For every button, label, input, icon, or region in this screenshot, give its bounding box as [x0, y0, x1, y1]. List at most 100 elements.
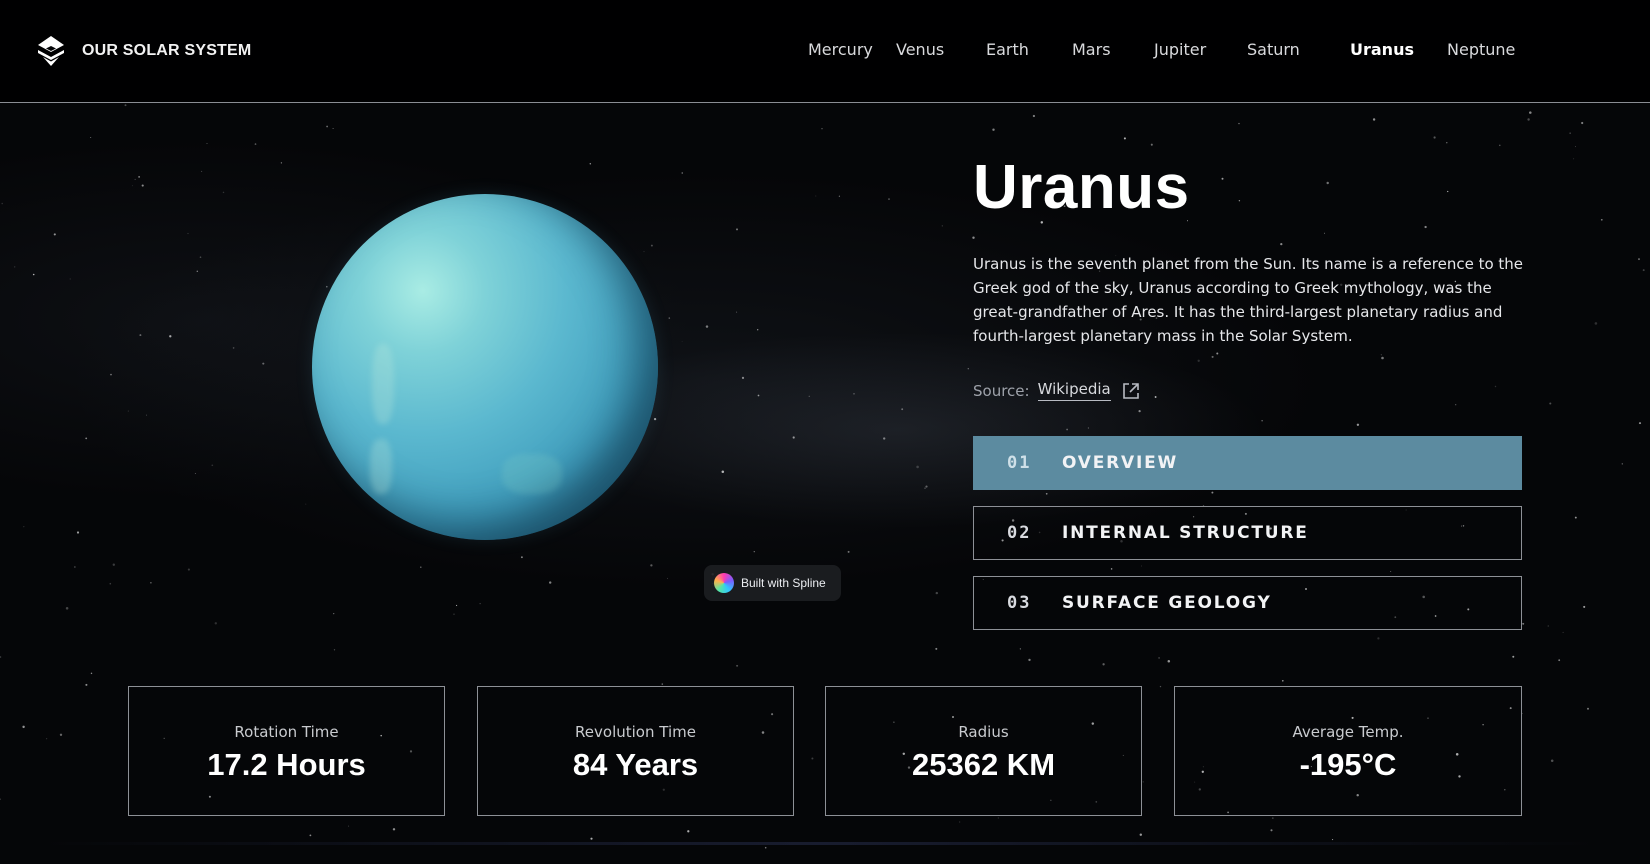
star — [1381, 356, 1384, 360]
tab-internal-structure[interactable]: 02 INTERNAL STRUCTURE — [973, 506, 1522, 560]
tab-surface-geology[interactable]: 03 SURFACE GEOLOGY — [973, 576, 1522, 630]
star — [456, 604, 458, 607]
star — [141, 184, 144, 187]
star — [1562, 631, 1564, 633]
star — [1019, 648, 1021, 650]
star — [1638, 422, 1642, 425]
star — [199, 256, 202, 258]
star — [924, 487, 926, 489]
star — [85, 683, 88, 686]
nav-item-mercury[interactable]: Mercury — [808, 40, 873, 59]
wikipedia-link[interactable]: Wikipedia — [1037, 380, 1111, 401]
star — [138, 176, 140, 178]
layered-diamond-logo-icon — [34, 34, 68, 68]
star — [838, 195, 840, 197]
nav-item-saturn[interactable]: Saturn — [1247, 40, 1300, 59]
star — [916, 465, 919, 469]
nav-item-jupiter[interactable]: Jupiter — [1154, 40, 1206, 59]
star — [22, 725, 25, 729]
planet-title: Uranus — [973, 153, 1190, 222]
star — [1455, 404, 1457, 406]
star — [1221, 177, 1224, 180]
star — [1372, 118, 1376, 121]
star — [757, 329, 759, 331]
star — [666, 577, 668, 579]
star — [668, 317, 671, 319]
star — [815, 195, 817, 197]
bottom-glow — [40, 842, 1600, 845]
nav-item-neptune[interactable]: Neptune — [1447, 40, 1515, 59]
planet-sphere — [312, 194, 658, 540]
star — [333, 612, 335, 615]
star — [1138, 409, 1141, 413]
star — [146, 414, 148, 416]
star — [479, 603, 481, 605]
star — [1574, 146, 1576, 148]
star — [1587, 707, 1589, 710]
star — [935, 647, 938, 650]
star — [1211, 491, 1214, 494]
star — [520, 556, 523, 559]
nav-item-venus[interactable]: Venus — [896, 40, 944, 59]
star — [901, 408, 904, 411]
brand[interactable]: OUR SOLAR SYSTEM — [34, 34, 251, 68]
planet-model[interactable] — [312, 194, 658, 540]
star — [14, 266, 16, 268]
star — [792, 436, 795, 439]
star — [967, 368, 969, 370]
star — [112, 563, 115, 566]
stat-label: Revolution Time — [575, 723, 696, 741]
star — [65, 607, 69, 610]
star — [1270, 829, 1273, 832]
star — [90, 672, 93, 675]
star — [590, 837, 593, 840]
star — [187, 232, 189, 235]
star — [1549, 402, 1552, 405]
star — [1271, 817, 1274, 819]
star — [650, 564, 653, 567]
source-label: Source: — [973, 381, 1030, 400]
stat-card-revolution-time: Revolution Time 84 Years — [477, 686, 794, 816]
star — [74, 566, 76, 568]
stat-value: 17.2 Hours — [207, 747, 366, 782]
star — [1280, 242, 1283, 246]
star — [721, 470, 725, 473]
tab-number: 01 — [1007, 453, 1032, 473]
nav-item-earth[interactable]: Earth — [986, 40, 1029, 59]
spline-logo-icon — [714, 573, 734, 593]
star — [549, 581, 552, 584]
star — [222, 191, 225, 194]
star — [764, 846, 767, 849]
star — [131, 185, 133, 187]
header: OUR SOLAR SYSTEM Mercury Venus Earth Mar… — [0, 0, 1650, 103]
nav-item-mars[interactable]: Mars — [1072, 40, 1111, 59]
built-with-spline-badge[interactable]: Built with Spline — [704, 565, 841, 601]
stat-value: -195°C — [1299, 747, 1397, 782]
star — [1600, 218, 1603, 221]
star — [1110, 568, 1113, 570]
star — [169, 335, 172, 338]
star — [134, 178, 136, 180]
star — [941, 225, 943, 227]
star — [326, 125, 328, 128]
star — [925, 485, 928, 488]
star — [1573, 158, 1575, 160]
external-link-icon[interactable] — [1121, 381, 1141, 401]
star — [935, 591, 939, 595]
star — [194, 473, 196, 474]
star — [681, 172, 683, 174]
star — [0, 798, 1, 800]
star — [139, 334, 142, 337]
planet-description: Uranus is the seventh planet from the Su… — [973, 255, 1524, 345]
page: OUR SOLAR SYSTEM Mercury Venus Earth Mar… — [0, 0, 1650, 864]
star — [821, 128, 823, 130]
star — [757, 394, 760, 397]
tab-overview[interactable]: 01 OVERVIEW — [973, 436, 1522, 490]
nav-item-uranus[interactable]: Uranus — [1350, 40, 1414, 59]
star — [196, 270, 199, 273]
star — [1621, 463, 1623, 465]
star — [1045, 492, 1048, 495]
star — [187, 568, 190, 571]
star — [211, 464, 214, 467]
tab-label: INTERNAL STRUCTURE — [1062, 523, 1309, 543]
